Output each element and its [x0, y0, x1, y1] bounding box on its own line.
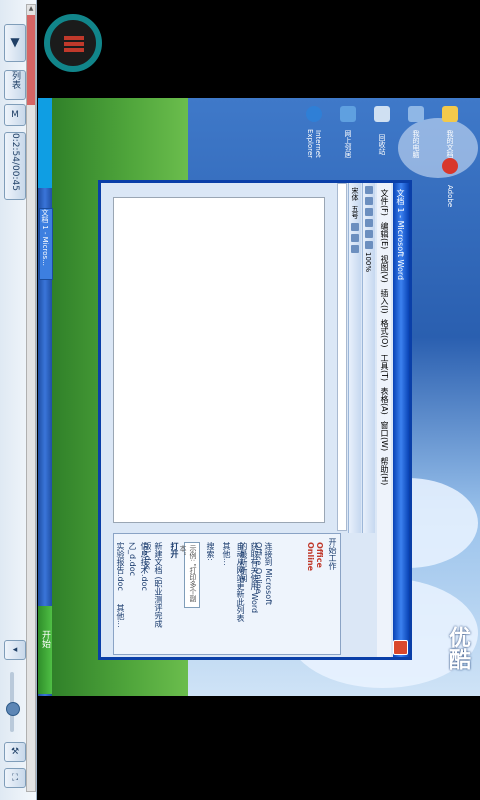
office-online-label: Office Online — [306, 542, 324, 572]
search-placeholder: 示例: "打印多个副本" — [179, 545, 197, 602]
folder-icon — [442, 106, 458, 122]
list-button[interactable]: 列表 — [4, 70, 26, 100]
desktop-icon-recycle[interactable]: 回收站 — [368, 106, 396, 164]
menu-insert[interactable]: 插入(I) — [379, 289, 390, 314]
standard-toolbar: 100% — [362, 183, 375, 533]
undo-icon[interactable] — [365, 230, 373, 238]
task-pane-more[interactable]: 其他... — [221, 542, 232, 566]
network-icon — [340, 106, 356, 122]
office-online-logo: Office Online — [282, 542, 326, 596]
triangle-down-icon: ▼ — [10, 35, 20, 49]
youku-watermark: 优酷 — [445, 626, 471, 670]
menu-tools[interactable]: 工具(T) — [379, 354, 390, 381]
underline-icon[interactable] — [351, 245, 359, 253]
word-title-text: 文档 1 - Microsoft Word — [396, 189, 405, 281]
taskbar-item-word[interactable]: 文档 1 - Micros... — [39, 208, 53, 280]
task-pane-title: 开始工作 — [328, 538, 337, 570]
open-section-title: 打开 — [170, 542, 179, 558]
start-button[interactable]: 开始 — [38, 606, 52, 694]
mode-button[interactable]: M — [4, 104, 26, 126]
recent-file[interactable]: 实验报告.doc — [115, 542, 126, 591]
desktop-icon-label: 回收站 — [378, 133, 386, 155]
open-icon[interactable] — [365, 197, 373, 205]
fullscreen-icon: ⛶ — [11, 773, 19, 783]
time-readout: 0:2:54/00:45 — [10, 133, 20, 191]
desktop-icon-adobe[interactable]: Adobe — [436, 158, 464, 216]
search-label: 搜索: — [206, 542, 215, 561]
list-button-label: 列表 — [10, 71, 20, 89]
desktop-icon-computer[interactable]: 我的电脑 — [402, 106, 430, 164]
menu-help[interactable]: 帮助(H) — [379, 457, 390, 485]
time-display: 0:2:54/00:45 — [4, 132, 26, 200]
settings-button[interactable]: ⚒ — [4, 742, 26, 762]
recent-file[interactable]: 乙_d.doc — [127, 542, 138, 576]
acrobat-icon — [442, 158, 458, 174]
system-tray — [38, 98, 52, 188]
word-menu-bar: 文件(F) 编辑(E) 视图(V) 插入(I) 格式(O) 工具(T) 表格(A… — [377, 183, 391, 657]
menu-table[interactable]: 表格(A) — [379, 387, 390, 415]
start-label: 开始 — [40, 630, 50, 648]
document-page[interactable] — [113, 197, 325, 523]
windows-taskbar: 文档 1 - Micros... 开始 — [38, 98, 53, 696]
desktop-icon-label: 我的电脑 — [412, 130, 420, 158]
task-pane-search-input[interactable]: 示例: "打印多个副本" — [179, 542, 200, 608]
task-pane-getting-started: 开始工作 Office Online 连接到 Microsoft Office … — [113, 533, 341, 655]
scroll-thumb[interactable] — [27, 15, 35, 105]
word-window[interactable]: 文档 1 - Microsoft Word 文件(F) 编辑(E) 视图(V) … — [98, 180, 412, 660]
collapse-button[interactable]: ▼ — [4, 24, 26, 62]
pause-button[interactable] — [44, 14, 102, 72]
print-icon[interactable] — [365, 219, 373, 227]
video-frame[interactable]: 文档 1 - Micros... 开始 我的文档 Adobe 我的电脑 回收站 … — [38, 98, 480, 696]
italic-icon[interactable] — [351, 234, 359, 242]
menu-format[interactable]: 格式(O) — [379, 319, 390, 348]
desktop-icon-label: Adobe — [446, 184, 454, 208]
menu-view[interactable]: 视图(V) — [379, 255, 390, 283]
desktop-icon-network[interactable]: 网上邻居 — [334, 106, 362, 164]
menu-edit[interactable]: 编辑(E) — [379, 222, 390, 249]
horizontal-ruler — [337, 183, 347, 531]
playlist-scrollbar[interactable]: ▲ — [26, 4, 36, 792]
task-pane-link[interactable]: 自动从网站更新此列表 — [235, 542, 246, 622]
volume-icon-button[interactable]: ◂ — [4, 640, 26, 660]
scroll-up-arrow-icon[interactable]: ▲ — [27, 5, 35, 12]
pause-icon — [64, 36, 84, 52]
desktop-icon-documents[interactable]: 我的文档 — [436, 106, 464, 164]
computer-icon — [408, 106, 424, 122]
zoom-select[interactable]: 100% — [364, 252, 372, 272]
word-title-bar[interactable]: 文档 1 - Microsoft Word — [393, 183, 409, 657]
redo-icon[interactable] — [365, 241, 373, 249]
formatting-toolbar: 宋体 五号 — [348, 183, 361, 533]
ie-icon — [306, 106, 322, 122]
font-size-select[interactable]: 五号 — [350, 205, 360, 219]
volume-slider-handle[interactable] — [6, 702, 20, 716]
desktop-icon-label: 网上邻居 — [344, 130, 352, 158]
fullscreen-button[interactable]: ⛶ — [4, 768, 26, 788]
mode-button-label: M — [11, 110, 19, 120]
save-icon[interactable] — [365, 208, 373, 216]
taskbar-item-label: 文档 1 - Micros... — [41, 209, 49, 266]
new-icon[interactable] — [365, 186, 373, 194]
recycle-icon — [374, 106, 390, 122]
font-name-select[interactable]: 宋体 — [350, 187, 360, 201]
bold-icon[interactable] — [351, 223, 359, 231]
menu-window[interactable]: 窗口(W) — [379, 421, 390, 451]
open-more[interactable]: 其他... — [115, 604, 126, 628]
desktop-icon-ie[interactable]: Internet Explorer — [300, 106, 328, 164]
desktop-icon-label: Internet Explorer — [306, 129, 322, 159]
close-button[interactable] — [393, 640, 408, 655]
menu-file[interactable]: 文件(F) — [379, 189, 390, 216]
recent-file[interactable]: 信息技术.doc — [139, 542, 150, 591]
wrench-icon: ⚒ — [10, 747, 20, 757]
speaker-icon: ◂ — [12, 645, 18, 655]
